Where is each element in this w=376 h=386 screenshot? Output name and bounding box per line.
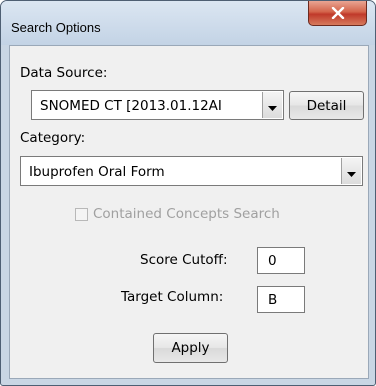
search-options-window: Search Options Data Source: SNOMED CT [2… — [0, 0, 376, 386]
score-cutoff-input[interactable]: 0 — [257, 247, 305, 274]
title-bar[interactable]: Search Options — [1, 1, 375, 45]
close-icon — [331, 7, 345, 19]
close-button[interactable] — [308, 1, 367, 26]
data-source-dropdown[interactable]: SNOMED CT [2013.01.12AI — [31, 90, 284, 120]
dropdown-arrow-icon — [347, 162, 356, 181]
contained-concepts-label: Contained Concepts Search — [93, 206, 280, 222]
dialog-body: Data Source: SNOMED CT [2013.01.12AI Det… — [9, 45, 369, 379]
score-cutoff-label: Score Cutoff: — [140, 252, 228, 268]
detail-button[interactable]: Detail — [289, 91, 364, 120]
target-column-label: Target Column: — [121, 289, 224, 305]
category-label: Category: — [20, 130, 86, 146]
contained-concepts-checkbox[interactable] — [75, 208, 88, 221]
target-column-input[interactable]: B — [257, 286, 305, 313]
window-title: Search Options — [11, 20, 101, 35]
category-dropdown-button[interactable] — [341, 158, 361, 184]
dropdown-arrow-icon — [268, 96, 277, 115]
category-value: Ibuprofen Oral Form — [29, 164, 165, 180]
data-source-label: Data Source: — [20, 65, 108, 81]
score-cutoff-value: 0 — [268, 253, 277, 269]
category-dropdown[interactable]: Ibuprofen Oral Form — [20, 156, 363, 186]
data-source-value: SNOMED CT [2013.01.12AI — [40, 98, 222, 114]
target-column-value: B — [268, 292, 278, 308]
data-source-dropdown-button[interactable] — [262, 92, 282, 118]
apply-button[interactable]: Apply — [153, 333, 228, 363]
